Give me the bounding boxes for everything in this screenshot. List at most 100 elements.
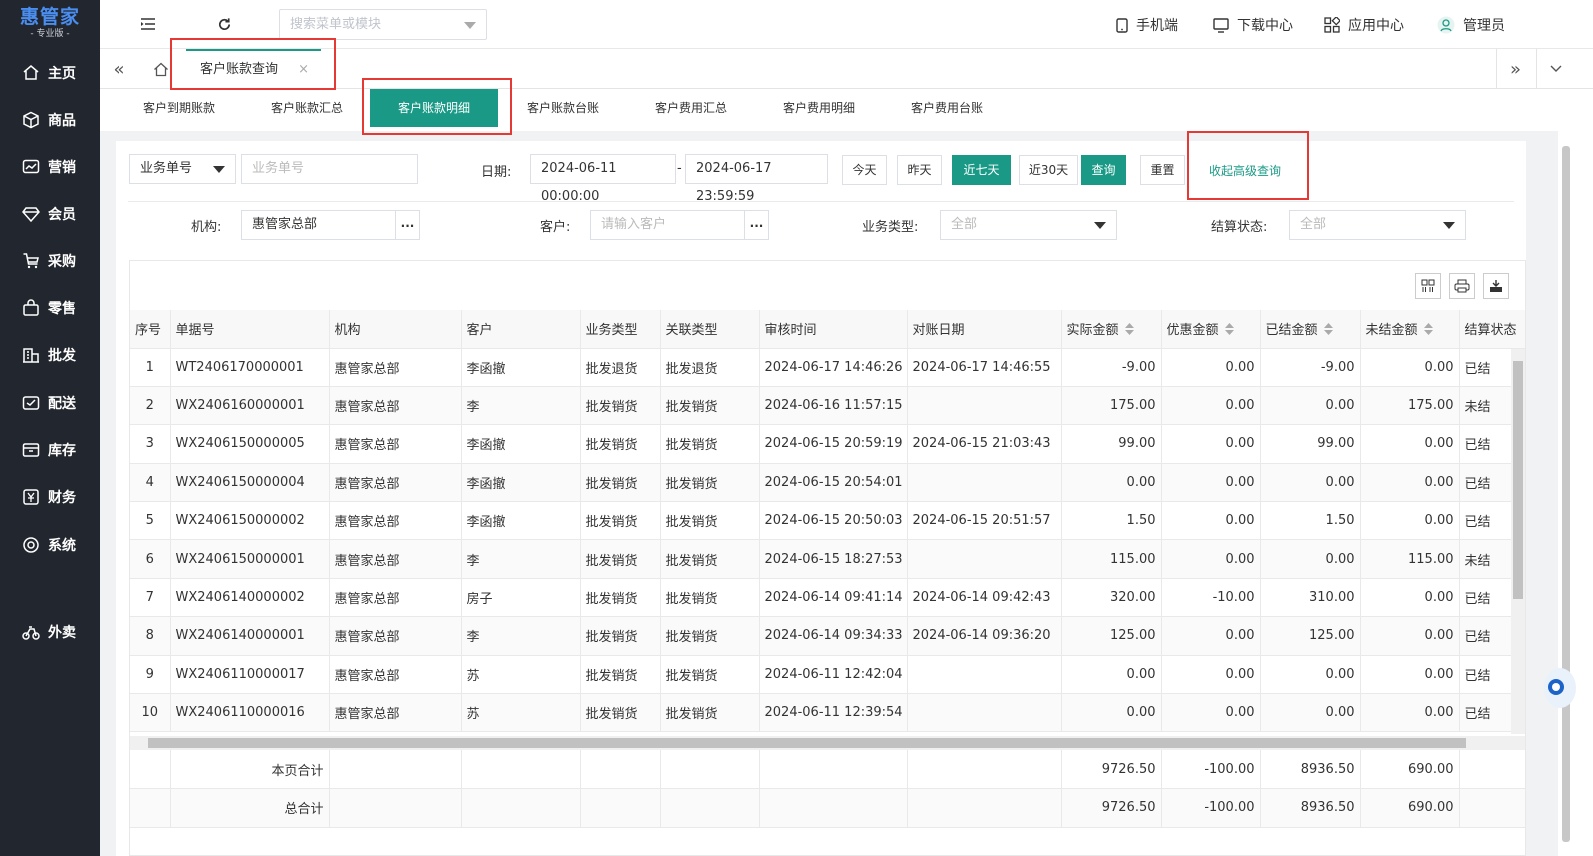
sidebar-item-1[interactable]: 商品 <box>0 105 100 135</box>
query-button[interactable]: 查询 <box>1081 155 1126 185</box>
customer-input[interactable]: 请输入客户 ... <box>590 210 769 240</box>
column-header[interactable]: 未结金额 <box>1360 310 1460 349</box>
table-row[interactable]: 6 WX2406150000001 惠管家总部李批发销货 批发销货 2024-06-15… <box>130 539 1525 579</box>
subtab-due-accounts[interactable]: 客户到期账款 <box>143 89 215 129</box>
subtab-account-detail[interactable]: 客户账款明细 <box>370 89 498 127</box>
last-7-days-button[interactable]: 近七天 <box>952 155 1011 185</box>
logo-subtitle: - 专业版 - <box>30 29 70 39</box>
sidebar-item-10[interactable]: 系统 <box>0 530 100 560</box>
sidebar-item-0[interactable]: 主页 <box>0 58 100 88</box>
last-30-days-button[interactable]: 近30天 <box>1019 155 1078 185</box>
download-center-link[interactable]: 下载中心 <box>1213 15 1293 35</box>
biz-type-select[interactable]: 全部 <box>940 210 1117 240</box>
vertical-scroll-thumb[interactable] <box>1513 361 1523 599</box>
date-from-input[interactable]: 2024-06-11 00:00:00 <box>530 154 676 204</box>
assistant-robot-icon[interactable] <box>1538 660 1578 714</box>
sidebar-item-9[interactable]: 财务 <box>0 482 100 512</box>
subtab-account-summary[interactable]: 客户账款汇总 <box>271 89 343 129</box>
sort-icon[interactable] <box>1323 322 1333 339</box>
page-scrollbar[interactable] <box>1562 146 1570 842</box>
sidebar-item-3[interactable]: 会员 <box>0 199 100 229</box>
subtab-fee-detail[interactable]: 客户费用明细 <box>783 89 855 129</box>
sidebar-item-7[interactable]: 配送 <box>0 388 100 418</box>
table-row[interactable]: 7 WX2406140000002 惠管家总部 房子 批发销货 批发销货 2024-06-1… <box>130 578 1525 618</box>
customer-picker-button[interactable]: ... <box>744 211 768 239</box>
table-row[interactable]: 3 WX2406150000005 惠管家总部 李函撤 批发销货 批发销货 2024-06-… <box>130 424 1525 464</box>
sort-icon[interactable] <box>1124 322 1134 339</box>
sidebar-item-2[interactable]: 营销 <box>0 152 100 182</box>
yesterday-button[interactable]: 昨天 <box>897 155 942 185</box>
subtab-account-ledger[interactable]: 客户账款台账 <box>527 89 599 129</box>
table-row[interactable]: 4 WX2406150000004 惠管家总部 李函撤 批发销货 批发销货 2024-06-… <box>130 463 1525 503</box>
logo[interactable]: 惠管家 - 专业版 - <box>0 0 100 46</box>
totals-cell <box>660 750 760 789</box>
doc-number-link[interactable]: WX2406150000002 <box>170 501 330 541</box>
subtab-fee-ledger[interactable]: 客户费用台账 <box>911 89 983 129</box>
user-name: 管理员 <box>1463 18 1505 34</box>
sidebar-item-4[interactable]: 采购 <box>0 246 100 276</box>
sidebar-item-6[interactable]: 批发 <box>0 340 100 370</box>
sidebar-item-8[interactable]: 库存 <box>0 435 100 465</box>
column-header[interactable]: 优惠金额 <box>1161 310 1261 349</box>
table-cell: 批发退货 <box>660 348 760 387</box>
date-to-input[interactable]: 2024-06-17 23:59:59 <box>685 154 828 204</box>
org-input[interactable]: 惠管家总部 ... <box>241 210 420 240</box>
vertical-scrollbar[interactable] <box>1511 349 1525 734</box>
table-row[interactable]: 10 WX2406110000016 惠管家总部苏批发销货 批发销货 2024-06-1… <box>130 693 1525 733</box>
table-cell: 0.00 <box>1061 655 1162 695</box>
tabs-scroll-left-icon[interactable]: « <box>100 49 138 89</box>
tabs-menu-chevron-down-icon[interactable] <box>1536 49 1574 89</box>
menu-search-select[interactable]: 搜索菜单或模块 <box>279 9 487 40</box>
doc-number-link[interactable]: WX2406140000001 <box>170 616 330 656</box>
table-row[interactable]: 8 WX2406140000001 惠管家总部李批发销货 批发销货 2024-06-14… <box>130 616 1525 656</box>
field-type-select[interactable]: 业务单号 <box>129 154 236 184</box>
horizontal-scrollbar[interactable] <box>130 736 1525 750</box>
refresh-icon[interactable] <box>214 14 234 34</box>
print-icon[interactable] <box>1449 273 1475 299</box>
sidebar-item-5[interactable]: 零售 <box>0 293 100 323</box>
doc-number-link[interactable]: WX2406110000017 <box>170 655 330 695</box>
org-picker-button[interactable]: ... <box>395 211 419 239</box>
tab-customer-account-query[interactable]: 客户账款查询 × <box>186 49 321 89</box>
reset-button[interactable]: 重置 <box>1140 155 1185 185</box>
collapse-advanced-query-link[interactable]: 收起高级查询 <box>1209 162 1281 179</box>
doc-number-input[interactable]: 业务单号 <box>241 154 418 184</box>
table-row[interactable]: 1 WT2406170000001 惠管家总部 李函撤 批发退货 批发退货 2024-06-… <box>130 348 1525 387</box>
menu-toggle-icon[interactable] <box>138 14 158 34</box>
grid-icon <box>1324 17 1340 33</box>
doc-number-link[interactable]: WX2406150000001 <box>170 539 330 579</box>
mobile-link[interactable]: 手机端 <box>1116 15 1178 35</box>
home-tab-icon[interactable] <box>142 49 180 89</box>
close-icon[interactable]: × <box>298 51 309 89</box>
sort-icon[interactable] <box>1423 322 1433 339</box>
user-menu[interactable]: 管理员 <box>1437 15 1505 35</box>
doc-number-link[interactable]: WX2406140000002 <box>170 578 330 618</box>
table-cell: 0.00 <box>1161 386 1261 426</box>
table-row[interactable]: 5 WX2406150000002 惠管家总部 李函撤 批发销货 批发销货 2024-06-… <box>130 501 1525 541</box>
doc-number-link[interactable]: WX2406150000005 <box>170 424 330 464</box>
column-header[interactable]: 实际金额 <box>1061 310 1162 349</box>
sidebar-item-11[interactable]: 外卖 <box>0 617 100 647</box>
table-cell: 批发销货 <box>660 655 760 695</box>
chart-icon <box>22 158 40 176</box>
totals-cell: -100.00 <box>1161 750 1261 789</box>
export-icon[interactable] <box>1483 273 1509 299</box>
table-row[interactable]: 9 WX2406110000017 惠管家总部苏批发销货 批发销货 2024-06-11… <box>130 655 1525 695</box>
tabs-scroll-right-icon[interactable]: » <box>1496 49 1534 89</box>
horizontal-scroll-thumb[interactable] <box>148 738 1466 748</box>
doc-number-link[interactable]: WX2406110000016 <box>170 693 330 733</box>
sort-icon[interactable] <box>1224 322 1234 339</box>
columns-settings-icon[interactable] <box>1415 273 1441 299</box>
table-row[interactable]: 2 WX2406160000001 惠管家总部李批发销货 批发销货 2024-06-16… <box>130 386 1525 426</box>
doc-number-link[interactable]: WT2406170000001 <box>170 348 330 387</box>
column-header-label: 对账日期 <box>912 323 965 339</box>
app-center-link[interactable]: 应用中心 <box>1324 15 1404 35</box>
column-header[interactable]: 已结金额 <box>1260 310 1361 349</box>
totals-cell <box>1459 788 1525 828</box>
table-cell: 0.00 <box>1260 655 1361 695</box>
doc-number-link[interactable]: WX2406160000001 <box>170 386 330 426</box>
doc-number-link[interactable]: WX2406150000004 <box>170 463 330 503</box>
subtab-fee-summary[interactable]: 客户费用汇总 <box>655 89 727 129</box>
today-button[interactable]: 今天 <box>842 155 887 185</box>
settle-status-select[interactable]: 全部 <box>1289 210 1466 240</box>
